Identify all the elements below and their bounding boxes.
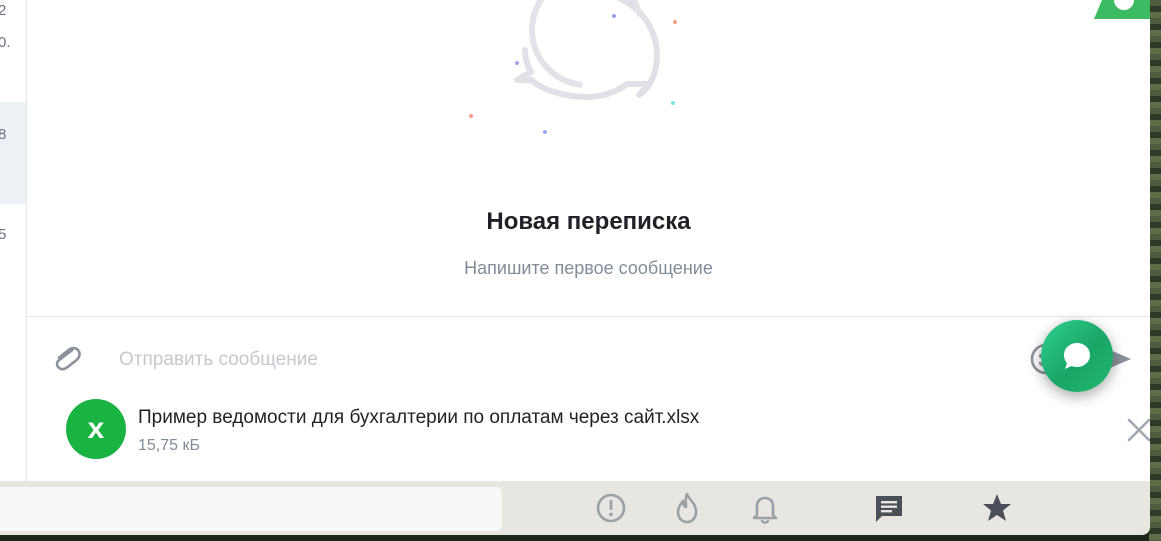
attached-file-size: 15,75 кБ bbox=[138, 437, 200, 454]
list-fragment: 2 bbox=[0, 2, 7, 19]
chat-panel: Новая переписка Напишите первое сообщени… bbox=[27, 0, 1150, 481]
confetti-dot bbox=[515, 61, 519, 65]
star-icon bbox=[983, 494, 1011, 521]
search-field[interactable] bbox=[0, 487, 502, 531]
bell-icon bbox=[752, 496, 778, 524]
chat-icon bbox=[876, 496, 902, 522]
tab-popular[interactable] bbox=[670, 491, 704, 525]
confetti-dot bbox=[673, 20, 677, 24]
confetti-dot bbox=[469, 114, 473, 118]
confetti-dot bbox=[543, 130, 547, 134]
tab-alerts[interactable] bbox=[594, 491, 628, 525]
attach-button[interactable] bbox=[49, 340, 85, 376]
empty-chat-illustration bbox=[469, 0, 677, 134]
empty-chat-title: Новая переписка bbox=[486, 208, 691, 235]
confetti-dot bbox=[612, 14, 616, 18]
attached-file: x Пример ведомости для бухгалтерии по оп… bbox=[66, 399, 1150, 461]
tab-notifications[interactable] bbox=[748, 491, 782, 525]
list-fragment: 0. bbox=[0, 34, 11, 51]
conversation-list-edge: 2 0. 8 5 bbox=[0, 0, 27, 481]
remove-attachment-button[interactable] bbox=[1124, 415, 1150, 445]
chat-bubble-icon bbox=[1064, 343, 1090, 369]
alert-icon bbox=[596, 493, 626, 523]
support-chat-button[interactable] bbox=[1041, 320, 1113, 392]
paperclip-icon bbox=[55, 346, 81, 371]
selected-conversation-item[interactable] bbox=[0, 102, 26, 204]
message-input[interactable] bbox=[117, 342, 1001, 378]
fire-icon bbox=[676, 492, 698, 524]
empty-chat-subtitle: Напишите первое сообщение bbox=[464, 258, 713, 278]
attached-file-name: Пример ведомости для бухгалтерии по опла… bbox=[138, 407, 700, 428]
messenger-window: 2 0. 8 5 Новая переписка Напишите первое… bbox=[0, 0, 1150, 535]
composer-divider bbox=[27, 316, 1150, 317]
help-badge[interactable] bbox=[1094, 0, 1150, 19]
tab-favorites[interactable] bbox=[980, 491, 1014, 525]
list-fragment: 8 bbox=[0, 126, 7, 143]
close-icon bbox=[1127, 418, 1150, 442]
confetti-dot bbox=[671, 101, 675, 105]
bottom-tab-bar bbox=[0, 481, 1150, 535]
excel-file-icon: x bbox=[66, 399, 126, 459]
list-fragment: 5 bbox=[0, 226, 7, 243]
tab-messages[interactable] bbox=[872, 491, 906, 525]
